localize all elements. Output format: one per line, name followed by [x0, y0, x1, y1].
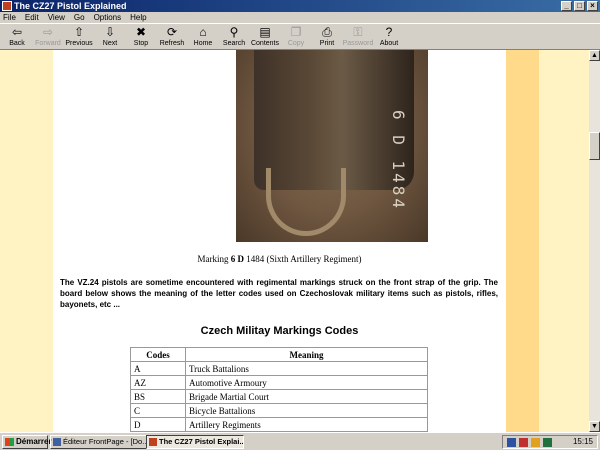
intro-paragraph: The VZ.24 pistols are sometime encounter… [60, 278, 498, 309]
frontpage-icon [53, 438, 61, 446]
table-row: AZ Automotive Armoury [130, 375, 428, 390]
arrow-down-icon: ⇩ [104, 25, 116, 39]
language-icon[interactable] [507, 438, 516, 447]
arrow-left-icon: ⇦ [11, 25, 23, 39]
header-codes: Codes [130, 347, 186, 362]
page-viewport: 6 D 1484 Marking 6 D 1484 (Sixth Artille… [0, 50, 589, 432]
scroll-down-button[interactable]: ▼ [589, 421, 600, 432]
scroll-up-button[interactable]: ▲ [589, 50, 600, 61]
clock: 15:15 [572, 437, 593, 446]
table-row: C Bicycle Battalions [130, 403, 428, 418]
markings-table: Codes Meaning A Truck Battalions AZ Automot… [130, 347, 428, 432]
table-row: A Truck Battalions [130, 361, 428, 376]
meaning-cell: Bicycle Battalions [185, 403, 428, 418]
caption-code: 6 D [230, 254, 244, 264]
taskbar: Démarrer Éditeur FrontPage - [Do... The … [0, 432, 600, 450]
window-controls: _ □ × [561, 1, 598, 11]
table-row: BS Brigade Martial Court [130, 389, 428, 404]
search-icon: ⚲ [229, 25, 239, 39]
toolbar: ⇦ Back ⇨ Forward ⇧ Previous ⇩ Next ✖ Stop ⟳ Refresh… [0, 23, 600, 50]
windows-logo-icon [5, 438, 14, 446]
meaning-cell: Brigade Martial Court [185, 389, 428, 404]
close-button[interactable]: × [587, 1, 598, 11]
refresh-icon: ⟳ [166, 25, 178, 39]
password-icon: ⚿ [353, 25, 363, 39]
photo-caption: Marking 6 D 1484 (Sixth Artillery Regime… [53, 254, 506, 264]
pistol-grip-photo: 6 D 1484 [236, 50, 428, 242]
start-label: Démarrer [16, 437, 52, 446]
menu-edit[interactable]: Edit [25, 12, 39, 23]
menu-go[interactable]: Go [74, 12, 85, 23]
toolbar-label: About [379, 40, 399, 47]
app-icon [2, 1, 12, 11]
page-content: 6 D 1484 Marking 6 D 1484 (Sixth Artille… [53, 50, 506, 432]
start-button[interactable]: Démarrer [2, 435, 52, 449]
table-header-row: Codes Meaning [130, 347, 428, 362]
taskbar-item-frontpage[interactable]: Éditeur FrontPage - [Do... [50, 435, 148, 449]
menu-help[interactable]: Help [130, 12, 146, 23]
menu-bar: File Edit View Go Options Help [0, 12, 600, 23]
title-bar: The CZ27 Pistol Explained _ □ × [0, 0, 600, 12]
system-tray: 15:15 [502, 435, 598, 449]
about-icon: ? [385, 25, 393, 39]
vertical-scrollbar[interactable]: ▲ ▼ [589, 50, 600, 432]
about-button[interactable]: ? About [373, 25, 405, 50]
volume-icon[interactable] [531, 438, 540, 447]
meaning-cell: Automotive Armoury [185, 375, 428, 390]
code-cell: D [130, 417, 186, 432]
menu-options[interactable]: Options [94, 12, 122, 23]
lanyard-ring [266, 168, 346, 236]
browser-icon [149, 438, 157, 446]
code-cell: BS [130, 389, 186, 404]
table-row: D Artillery Regiments [130, 417, 428, 432]
right-decor-band [506, 50, 539, 432]
photo-marking-text: 6 D 1484 [288, 110, 408, 211]
task-label: The CZ27 Pistol Explai... [159, 437, 244, 446]
menu-view[interactable]: View [48, 12, 65, 23]
code-cell: C [130, 403, 186, 418]
window-title: The CZ27 Pistol Explained [14, 1, 127, 11]
network-icon[interactable] [543, 438, 552, 447]
meaning-cell: Truck Battalions [185, 361, 428, 376]
meaning-cell: Artillery Regiments [185, 417, 428, 432]
minimize-button[interactable]: _ [561, 1, 572, 11]
header-meaning: Meaning [185, 347, 428, 362]
menu-file[interactable]: File [3, 12, 16, 23]
print-icon: ⎙ [322, 25, 332, 39]
home-icon: ⌂ [199, 25, 207, 39]
copy-icon: ❐ [290, 25, 302, 39]
task-label: Éditeur FrontPage - [Do... [63, 437, 148, 446]
scroll-thumb[interactable] [589, 132, 600, 160]
arrow-right-icon: ⇨ [42, 25, 54, 39]
code-cell: A [130, 361, 186, 376]
tray-app-icon[interactable] [519, 438, 528, 447]
stop-icon: ✖ [135, 25, 147, 39]
caption-prefix: Marking [197, 254, 231, 264]
code-cell: AZ [130, 375, 186, 390]
taskbar-item-browser[interactable]: The CZ27 Pistol Explai... [146, 435, 244, 449]
maximize-button[interactable]: □ [574, 1, 585, 11]
table-heading: Czech Militay Markings Codes [200, 325, 359, 337]
contents-icon: ▤ [259, 25, 271, 39]
caption-suffix: 1484 (Sixth Artillery Regiment) [244, 254, 362, 264]
arrow-up-icon: ⇧ [73, 25, 85, 39]
